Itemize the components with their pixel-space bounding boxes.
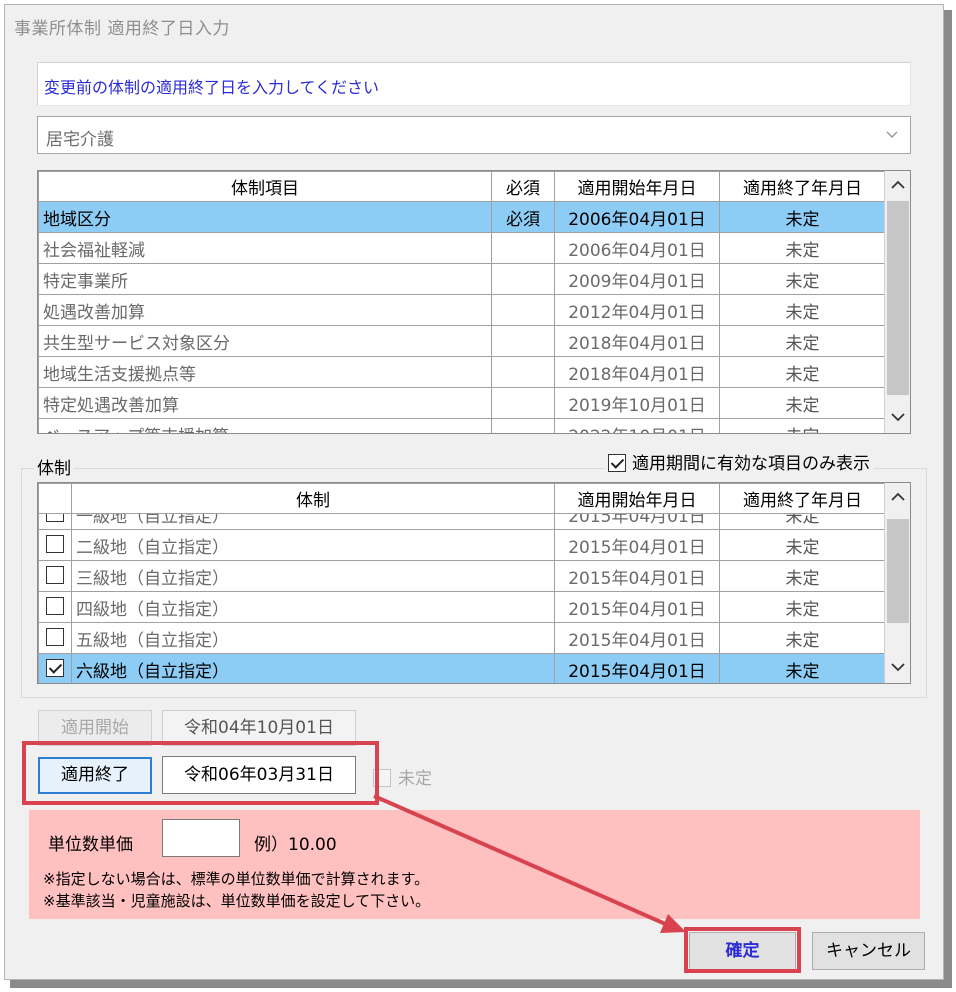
start-date-cell: 2015年04月01日 xyxy=(554,591,720,623)
system-name-cell: 四級地（自立指定） xyxy=(71,591,555,623)
end-date-cell: 未定 xyxy=(719,529,886,561)
start-date-cell: 2015年04月01日 xyxy=(554,622,720,654)
system-row[interactable]: 四級地（自立指定） 2015年04月01日 未定 xyxy=(38,591,886,623)
row-checkbox[interactable] xyxy=(46,535,64,553)
scroll-up-button[interactable] xyxy=(885,485,910,511)
row-checkbox[interactable] xyxy=(46,597,64,615)
end-date-cell: 未定 xyxy=(719,591,886,623)
end-date-cell: 未定 xyxy=(719,622,886,654)
column-header-system[interactable]: 体制 xyxy=(71,483,555,514)
row-checkbox-cell[interactable] xyxy=(38,591,72,623)
system-row[interactable]: 六級地（自立指定） 2015年04月01日 未定 xyxy=(38,653,886,683)
scroll-thumb[interactable] xyxy=(887,519,909,623)
system-row[interactable]: 二級地（自立指定） 2015年04月01日 未定 xyxy=(38,529,886,561)
chevron-up-icon xyxy=(891,492,905,501)
row-checkbox-cell[interactable] xyxy=(38,560,72,592)
row-checkbox[interactable] xyxy=(46,628,64,646)
start-date-cell: 2015年04月01日 xyxy=(554,560,720,592)
row-checkbox-cell[interactable] xyxy=(38,529,72,561)
system-name-cell: 六級地（自立指定） xyxy=(71,653,555,683)
system-row[interactable]: 三級地（自立指定） 2015年04月01日 未定 xyxy=(38,560,886,592)
system-name-cell: 二級地（自立指定） xyxy=(71,529,555,561)
system-name-cell: 三級地（自立指定） xyxy=(71,560,555,592)
row-checkbox[interactable] xyxy=(46,566,64,584)
start-date-cell: 2015年04月01日 xyxy=(554,529,720,561)
system-grid[interactable]: 体制 適用開始年月日 適用終了年月日 一級地（自立指定） 2015年04月01日未… xyxy=(37,482,911,684)
row-checkbox[interactable] xyxy=(46,659,64,677)
system-grid-scrollbar[interactable] xyxy=(884,483,910,683)
column-header-end-date[interactable]: 適用終了年月日 xyxy=(719,483,886,514)
system-row[interactable]: 五級地（自立指定） 2015年04月01日 未定 xyxy=(38,622,886,654)
start-date-cell: 2015年04月01日 xyxy=(554,653,720,683)
column-header-start-date[interactable]: 適用開始年月日 xyxy=(554,483,720,514)
end-date-cell: 未定 xyxy=(719,560,886,592)
chevron-down-icon xyxy=(891,663,905,672)
row-checkbox-cell[interactable] xyxy=(38,622,72,654)
column-header-check xyxy=(38,483,72,514)
row-checkbox-cell[interactable] xyxy=(38,653,72,683)
system-name-cell: 五級地（自立指定） xyxy=(71,622,555,654)
end-date-cell: 未定 xyxy=(719,653,886,683)
scroll-down-button[interactable] xyxy=(885,655,910,681)
